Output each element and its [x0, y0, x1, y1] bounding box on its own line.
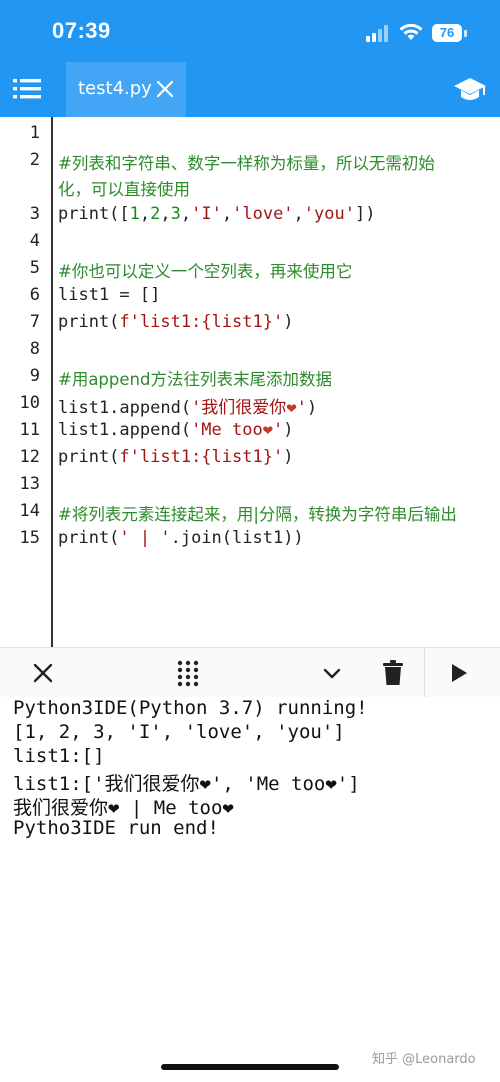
code-token: print( [58, 447, 120, 467]
code-token: .join(list1)) [170, 528, 304, 548]
code-token: f'list1:{list1}' [119, 312, 284, 332]
code-token: , [180, 204, 192, 224]
list-menu-icon [13, 79, 41, 99]
tab-close-icon[interactable] [154, 78, 176, 100]
battery-indicator: 76 [432, 24, 462, 42]
code-token: print([ [58, 204, 130, 224]
line-number: 8 [29, 339, 40, 359]
console-line: Pytho3IDE run end! [13, 817, 219, 839]
console-line: Python3IDE(Python 3.7) running! [13, 697, 368, 719]
line-number: 6 [29, 285, 40, 305]
code-line-6: list1 = [] [58, 285, 161, 305]
code-token: ) [283, 420, 294, 440]
code-token: 3 [170, 204, 181, 224]
menu-button[interactable] [8, 70, 46, 108]
gutter-divider [51, 117, 53, 647]
code-token: 'love' [232, 204, 294, 224]
code-token: ' | ' [119, 528, 171, 548]
status-time: 07:39 [52, 18, 111, 43]
console-output: Python3IDE(Python 3.7) running! [1, 2, 3… [0, 697, 500, 1082]
heart-glyph: ❤ [262, 420, 273, 440]
run-button[interactable] [436, 648, 482, 698]
code-token: list1.append( [58, 420, 192, 440]
tab-label: test4.py [78, 78, 152, 99]
code-token: list1.append( [58, 398, 192, 418]
code-token: print( [58, 312, 120, 332]
wifi-icon [399, 23, 423, 40]
code-line-12: print(f'list1:{list1}') [58, 447, 293, 467]
line-number: 4 [29, 231, 40, 251]
toolbar-divider [424, 648, 425, 698]
code-token: f'list1:{list1}' [119, 447, 284, 467]
code-line-15: print(' | '.join(list1)) [58, 528, 304, 548]
chevron-down-icon [323, 668, 341, 679]
console-line: list1:[] [13, 745, 105, 767]
line-number: 12 [19, 447, 40, 467]
code-editor[interactable]: 1 2 3 4 5 6 7 8 9 10 11 12 13 14 15 #列表和… [0, 117, 500, 647]
code-line-9: #用append方法往列表末尾添加数据 [58, 370, 332, 389]
code-token: 'I' [191, 204, 222, 224]
heart-glyph: ❤ [286, 398, 297, 418]
line-number: 2 [29, 150, 40, 170]
code-token: ) [306, 398, 318, 418]
close-keyboard-button[interactable] [20, 648, 66, 698]
line-number: 1 [29, 123, 40, 143]
editor-toolbar [0, 647, 500, 699]
code-token: print( [58, 528, 120, 548]
code-token: , [221, 204, 233, 224]
code-line-7: print(f'list1:{list1}') [58, 312, 293, 332]
code-line-11: list1.append('Me too❤') [58, 420, 293, 440]
code-token: ' [272, 420, 284, 440]
console-line: list1:['我们很爱你❤', 'Me too❤'] [13, 773, 360, 795]
code-line-3: print([1,2,3,'I','love','you']) [58, 204, 375, 224]
line-number: 15 [19, 528, 40, 548]
watermark: 知乎 @Leonardo [372, 1052, 476, 1067]
line-number: 3 [29, 204, 40, 224]
play-icon [452, 664, 467, 682]
home-indicator [161, 1064, 339, 1070]
console-line: 我们很爱你❤ | Me too❤ [13, 797, 234, 819]
close-icon [33, 663, 53, 683]
keypad-button[interactable] [165, 648, 211, 698]
code-token: , [160, 204, 171, 224]
app-header: 07:39 76 test4.py [0, 0, 500, 117]
clear-console-button[interactable] [370, 648, 416, 698]
line-number: 9 [29, 366, 40, 386]
code-token: 1 [129, 204, 140, 224]
code-line-2-wrap: 化，可以直接使用 [58, 180, 190, 199]
code-line-2: #列表和字符串、数字一样称为标量，所以无需初始 [58, 154, 435, 173]
code-token: '我们很爱你 [191, 398, 287, 418]
code-line-10: list1.append('我们很爱你❤') [58, 393, 317, 418]
tab-test4-py[interactable]: test4.py [66, 62, 186, 117]
line-number: 11 [19, 420, 40, 440]
code-line-14: #将列表元素连接起来，用|分隔，转换为字符串后输出 [58, 505, 457, 524]
code-token: ' [296, 398, 307, 418]
line-number: 14 [19, 501, 40, 521]
code-token: 'you' [303, 204, 355, 224]
collapse-button[interactable] [309, 648, 355, 698]
keypad-icon [177, 660, 199, 687]
cellular-signal-icon [366, 24, 392, 42]
line-number: 5 [29, 258, 40, 278]
battery-nub [464, 30, 467, 37]
code-token: 'Me too [191, 420, 263, 440]
trash-icon [383, 660, 403, 685]
line-number: 10 [19, 393, 40, 413]
code-token: ) [283, 447, 294, 467]
code-token: , [293, 204, 304, 224]
line-number: 13 [19, 474, 40, 494]
learn-button[interactable] [452, 72, 488, 106]
code-token: 2 [150, 204, 161, 224]
code-token: ]) [354, 204, 376, 224]
code-token: , [139, 204, 151, 224]
code-token: ) [283, 312, 294, 332]
console-line: [1, 2, 3, 'I', 'love', 'you'] [13, 721, 345, 743]
graduation-cap-icon [454, 78, 486, 100]
line-number: 7 [29, 312, 40, 332]
code-line-5: #你也可以定义一个空列表，再来使用它 [58, 262, 353, 281]
